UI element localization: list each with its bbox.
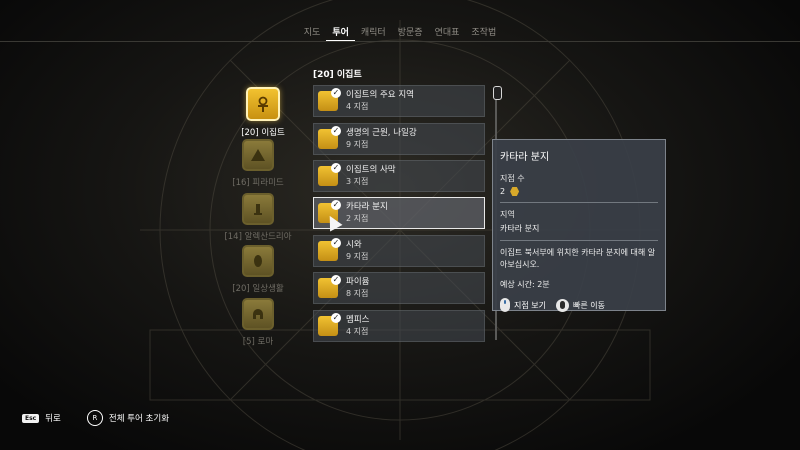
pharaoh-badge-icon (242, 245, 274, 277)
points-value: 2 (500, 187, 506, 196)
back-button[interactable]: 뒤로 (45, 412, 61, 424)
tour-name: 이집트의 주요 지역 (346, 90, 414, 100)
category-alexandria[interactable]: [14] 알렉산드리아 (203, 193, 313, 242)
reset-all-tours-button[interactable]: 전체 투어 초기화 (109, 412, 169, 424)
points-label: 지점 수 (500, 174, 525, 183)
category-label: [14] 알렉산드리아 (224, 232, 292, 242)
tour-item[interactable]: ✓ 이집트의 주요 지역 4 지점 (313, 85, 485, 117)
scrollbar-thumb[interactable] (493, 86, 502, 100)
detail-description: 이집트 북서부에 위치한 카타라 분지에 대해 알아보십시오. (500, 248, 656, 269)
category-egypt[interactable]: [20] 이집트 (208, 87, 318, 138)
checkmark-icon: ✓ (331, 275, 341, 285)
hexagon-point-icon (510, 187, 520, 196)
category-label: [20] 이집트 (241, 128, 285, 138)
tour-count: 4 지점 (346, 102, 369, 111)
tour-count: 9 지점 (346, 140, 369, 149)
checkmark-icon: ✓ (331, 163, 341, 173)
tour-badge-icon: ✓ (318, 126, 341, 149)
divider (500, 240, 658, 241)
bottom-bar: Esc 뒤로 R 전체 투어 초기화 (22, 410, 169, 426)
ankh-badge-icon (246, 87, 280, 121)
tour-item[interactable]: ✓ 시와 9 지점 (313, 235, 485, 267)
tour-item[interactable]: ✓ 파이윰 8 지점 (313, 272, 485, 304)
category-label: [20] 일상생활 (232, 284, 284, 294)
checkmark-icon: ✓ (331, 126, 341, 136)
r-key-icon: R (86, 410, 103, 426)
tour-name: 멤피스 (346, 315, 370, 325)
tour-badge-icon: ✓ (318, 88, 341, 111)
tour-name: 생명의 근원, 나일강 (346, 128, 417, 138)
tab-timeline[interactable]: 연대표 (429, 26, 466, 40)
fast-travel-button[interactable]: 빠른 이동 (555, 298, 605, 312)
category-pyramids[interactable]: [16] 피라미드 (203, 139, 313, 188)
category-rome[interactable]: [5] 로마 (203, 298, 313, 347)
tour-count: 4 지점 (346, 327, 369, 336)
region-label: 지역 (500, 210, 515, 219)
tour-count: 8 지점 (346, 289, 369, 298)
tab-map[interactable]: 지도 (298, 26, 327, 40)
tour-name: 카타라 분지 (346, 202, 388, 212)
divider (500, 202, 658, 203)
tour-detail-panel: 카타라 분지 지점 수 2 지역 카타라 분지 이집트 북서부에 위치한 카타라… (492, 139, 666, 312)
tour-badge-icon: ✓ (318, 163, 341, 186)
view-points-label: 지점 보기 (514, 300, 546, 310)
tour-name: 시와 (346, 240, 362, 250)
view-points-button[interactable]: 지점 보기 (500, 298, 546, 312)
mouse-right-click-icon (555, 298, 569, 312)
top-navigation: 지도 투어 캐릭터 방문증 연대표 조작법 (0, 26, 800, 42)
checkmark-icon: ✓ (331, 88, 341, 98)
tab-tour[interactable]: 투어 (326, 26, 355, 42)
tab-characters[interactable]: 캐릭터 (355, 26, 392, 40)
tab-pass[interactable]: 방문증 (392, 26, 429, 40)
checkmark-icon: ✓ (331, 200, 341, 210)
tour-count: 2 지점 (346, 214, 369, 223)
tour-name: 이집트의 사막 (346, 165, 396, 175)
tour-count: 3 지점 (346, 177, 369, 186)
category-label: [16] 피라미드 (232, 178, 284, 188)
tour-badge-icon: ✓ (318, 313, 341, 336)
tour-name: 파이윰 (346, 277, 370, 287)
fast-travel-label: 빠른 이동 (572, 300, 605, 310)
checkmark-icon: ✓ (331, 238, 341, 248)
helmet-badge-icon (242, 298, 274, 330)
category-label: [5] 로마 (242, 337, 274, 347)
tab-controls[interactable]: 조작법 (465, 26, 502, 40)
tour-count: 9 지점 (346, 252, 369, 261)
checkmark-icon: ✓ (331, 313, 341, 323)
lighthouse-badge-icon (242, 193, 274, 225)
estimated-time: 예상 시간: 2분 (500, 280, 550, 289)
list-title: [20] 이집트 (313, 70, 362, 80)
esc-key-icon: Esc (22, 413, 40, 423)
tour-badge-icon: ✓ (318, 275, 341, 298)
mouse-left-click-icon (500, 298, 510, 312)
category-daily-life[interactable]: [20] 일상생활 (203, 245, 313, 294)
pyramid-badge-icon (242, 139, 274, 171)
detail-title: 카타라 분지 (500, 152, 550, 163)
detail-actions: 지점 보기 빠른 이동 (500, 298, 658, 312)
nav-divider (0, 41, 800, 42)
tour-badge-icon: ✓ (318, 238, 341, 261)
points-row: 2 (500, 187, 658, 196)
tour-item[interactable]: ✓ 생명의 근원, 나일강 9 지점 (313, 123, 485, 155)
tour-item[interactable]: ✓ 이집트의 사막 3 지점 (313, 160, 485, 192)
region-value: 카타라 분지 (500, 224, 540, 233)
tour-item[interactable]: ✓ 멤피스 4 지점 (313, 310, 485, 342)
